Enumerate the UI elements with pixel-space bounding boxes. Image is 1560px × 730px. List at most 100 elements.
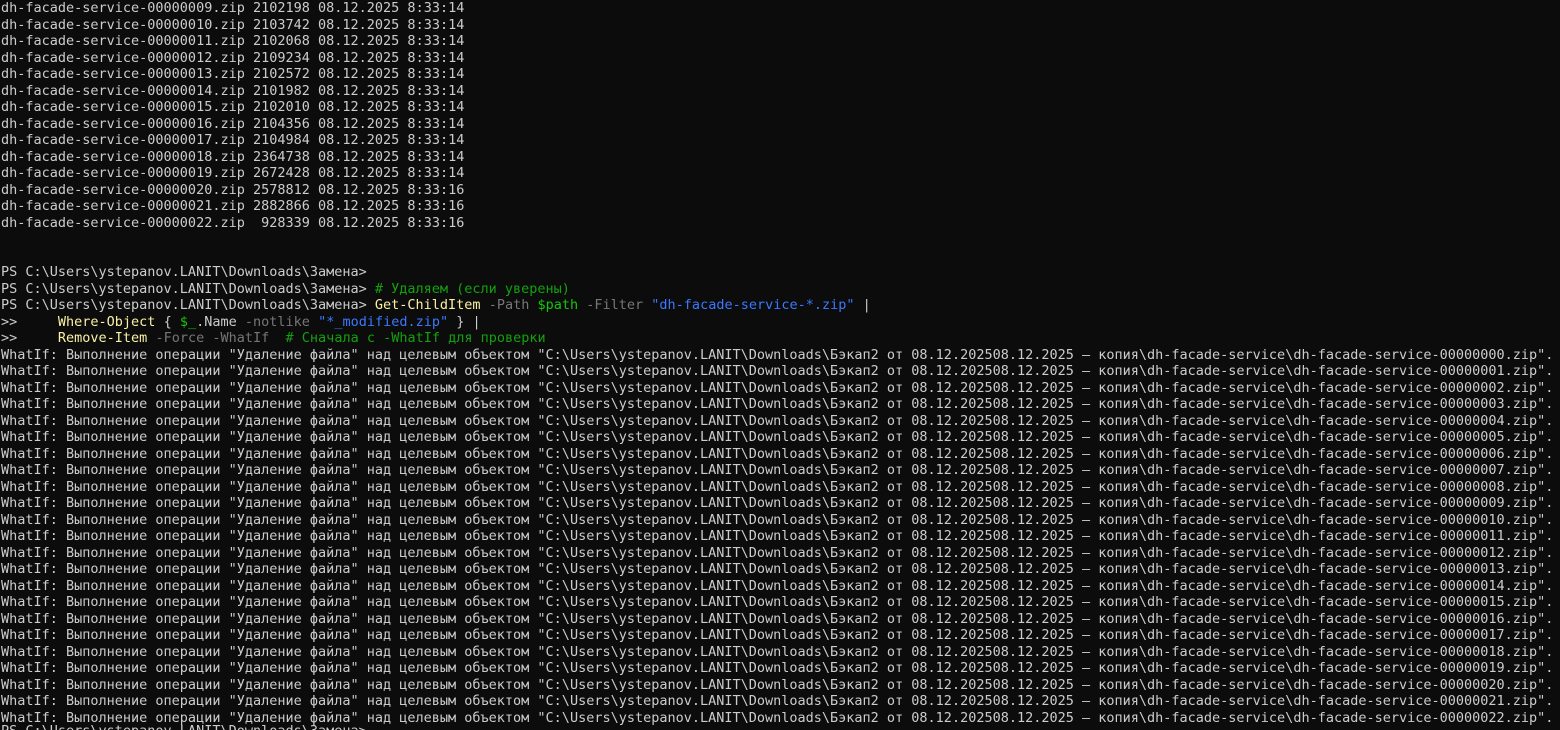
prompt-line: PS C:\Users\ystepanov.LANIT\Downloads\За… <box>1 281 1560 298</box>
file-date: 08.12.2025 8:33:14 <box>318 66 465 82</box>
whatif-file-name: dh-facade-service-00000013.zip <box>1293 561 1538 577</box>
whatif-suffix: ". <box>1537 528 1554 544</box>
file-date: 08.12.2025 8:33:14 <box>318 165 465 181</box>
file-date: 08.12.2025 8:33:14 <box>318 99 465 115</box>
continuation-prompt: >> <box>1 330 58 346</box>
file-date: 08.12.2025 8:33:16 <box>318 214 465 231</box>
cmdlet-remove-item: Remove-Item <box>57 330 148 346</box>
file-row: dh-facade-service-00000012.zip 2109234 0… <box>1 50 1560 67</box>
whatif-file-name: dh-facade-service-00000010.zip <box>1293 511 1538 528</box>
file-size: 2109234 <box>252 49 310 66</box>
whatif-suffix: ". <box>1537 660 1554 676</box>
whatif-line: WhatIf: Выполнение операции "Удаление фа… <box>1 693 1560 710</box>
whatif-line: WhatIf: Выполнение операции "Удаление фа… <box>1 347 1560 364</box>
whatif-suffix: ". <box>1537 511 1554 528</box>
file-date: 08.12.2025 8:33:16 <box>318 181 465 198</box>
whatif-prefix: WhatIf: Выполнение операции "Удаление фа… <box>1 676 1294 693</box>
whatif-line: WhatIf: Выполнение операции "Удаление фа… <box>1 429 1560 446</box>
file-size: 2102198 <box>252 0 310 16</box>
param-whatif: -WhatIf <box>212 330 270 346</box>
whatif-file-name: dh-facade-service-00000016.zip <box>1293 610 1538 627</box>
command-line: PS C:\Users\ystepanov.LANIT\Downloads\За… <box>1 297 1560 314</box>
variable-item: $_ <box>179 313 197 330</box>
whatif-suffix: ". <box>1537 627 1554 643</box>
param-force: -Force <box>155 330 205 346</box>
whatif-suffix: ". <box>1537 363 1554 379</box>
cmdlet-get-childitem: Get-ChildItem <box>374 297 481 313</box>
whatif-line: WhatIf: Выполнение операции "Удаление фа… <box>1 446 1560 463</box>
file-listing: dh-facade-service-00000009.zip 2102198 0… <box>1 0 1560 231</box>
file-name: dh-facade-service-00000014.zip <box>1 82 245 99</box>
file-size: 2104984 <box>252 132 310 148</box>
whatif-prefix: WhatIf: Выполнение операции "Удаление фа… <box>1 643 1294 660</box>
file-size: 2882866 <box>252 198 310 214</box>
prompt-text: PS C:\Users\ystepanov.LANIT\Downloads\За… <box>1 297 375 313</box>
whatif-line: WhatIf: Выполнение операции "Удаление фа… <box>1 660 1560 677</box>
file-date: 08.12.2025 8:33:14 <box>318 132 465 148</box>
whatif-file-name: dh-facade-service-00000008.zip <box>1293 478 1538 495</box>
file-size: 2102010 <box>252 99 310 115</box>
whatif-prefix: WhatIf: Выполнение операции "Удаление фа… <box>1 495 1294 511</box>
file-name: dh-facade-service-00000022.zip <box>1 214 245 231</box>
file-name: dh-facade-service-00000019.zip <box>1 165 245 181</box>
prompt-line-partial: PS C:\Users\ystepanov.LANIT\Downloads\За… <box>1 723 375 730</box>
whatif-file-name: dh-facade-service-00000009.zip <box>1293 495 1538 511</box>
whatif-line: WhatIf: Выполнение операции "Удаление фа… <box>1 561 1560 578</box>
whatif-suffix: ". <box>1537 610 1554 627</box>
file-row: dh-facade-service-00000015.zip 2102010 0… <box>1 99 1560 116</box>
whatif-suffix: ". <box>1537 676 1554 693</box>
whatif-line: WhatIf: Выполнение операции "Удаление фа… <box>1 462 1560 479</box>
whatif-prefix: WhatIf: Выполнение операции "Удаление фа… <box>1 429 1294 445</box>
param-notlike: -notlike <box>244 313 310 330</box>
file-name: dh-facade-service-00000009.zip <box>1 0 245 16</box>
variable-path: $path <box>537 297 579 313</box>
whatif-file-name: dh-facade-service-00000017.zip <box>1293 627 1538 643</box>
file-size: 2104356 <box>252 115 310 132</box>
file-date: 08.12.2025 8:33:14 <box>318 16 465 33</box>
whatif-suffix: ". <box>1537 643 1554 660</box>
file-date: 08.12.2025 8:33:14 <box>318 115 465 132</box>
whatif-prefix: WhatIf: Выполнение операции "Удаление фа… <box>1 528 1294 544</box>
file-row: dh-facade-service-00000016.zip 2104356 0… <box>1 116 1560 133</box>
whatif-prefix: WhatIf: Выполнение операции "Удаление фа… <box>1 462 1294 478</box>
prompt-text: PS C:\Users\ystepanov.LANIT\Downloads\За… <box>1 280 375 297</box>
whatif-prefix: WhatIf: Выполнение операции "Удаление фа… <box>1 346 1294 363</box>
whatif-suffix: ". <box>1537 429 1554 445</box>
file-row: dh-facade-service-00000022.zip 928339 08… <box>1 215 1560 232</box>
file-size: 2103742 <box>252 16 310 33</box>
whatif-suffix: ". <box>1537 396 1554 412</box>
file-name: dh-facade-service-00000012.zip <box>1 49 245 66</box>
file-name: dh-facade-service-00000015.zip <box>1 99 245 115</box>
string-modified: "*_modified.zip" <box>318 313 449 330</box>
whatif-suffix: ". <box>1537 445 1554 462</box>
file-row: dh-facade-service-00000021.zip 2882866 0… <box>1 198 1560 215</box>
file-date: 08.12.2025 8:33:14 <box>318 82 465 99</box>
whatif-prefix: WhatIf: Выполнение операции "Удаление фа… <box>1 594 1294 610</box>
file-date: 08.12.2025 8:33:14 <box>318 148 465 165</box>
whatif-line: WhatIf: Выполнение операции "Удаление фа… <box>1 512 1560 529</box>
file-row: dh-facade-service-00000017.zip 2104984 0… <box>1 132 1560 149</box>
whatif-prefix: WhatIf: Выполнение операции "Удаление фа… <box>1 544 1294 561</box>
whatif-file-name: dh-facade-service-00000005.zip <box>1293 429 1538 445</box>
file-size: 2102068 <box>252 33 310 49</box>
terminal-window[interactable]: dh-facade-service-00000009.zip 2102198 0… <box>0 0 1560 730</box>
file-date: 08.12.2025 8:33:16 <box>318 198 465 214</box>
whatif-file-name: dh-facade-service-00000014.zip <box>1293 577 1538 594</box>
file-name: dh-facade-service-00000016.zip <box>1 115 245 132</box>
whatif-prefix: WhatIf: Выполнение операции "Удаление фа… <box>1 577 1294 594</box>
whatif-file-name: dh-facade-service-00000012.zip <box>1293 544 1538 561</box>
whatif-line: WhatIf: Выполнение операции "Удаление фа… <box>1 413 1560 430</box>
whatif-line: WhatIf: Выполнение операции "Удаление фа… <box>1 611 1560 628</box>
file-name: dh-facade-service-00000010.zip <box>1 16 245 33</box>
pipe: | <box>854 297 871 313</box>
whatif-line: WhatIf: Выполнение операции "Удаление фа… <box>1 396 1560 413</box>
whatif-file-name: dh-facade-service-00000002.zip <box>1293 379 1538 396</box>
file-row: dh-facade-service-00000010.zip 2103742 0… <box>1 17 1560 34</box>
whatif-line: WhatIf: Выполнение операции "Удаление фа… <box>1 627 1560 644</box>
whatif-suffix: ". <box>1537 495 1554 511</box>
prompt-line: PS C:\Users\ystepanov.LANIT\Downloads\За… <box>1 264 1560 281</box>
whatif-output: WhatIf: Выполнение операции "Удаление фа… <box>1 347 1560 727</box>
whatif-prefix: WhatIf: Выполнение операции "Удаление фа… <box>1 379 1294 396</box>
